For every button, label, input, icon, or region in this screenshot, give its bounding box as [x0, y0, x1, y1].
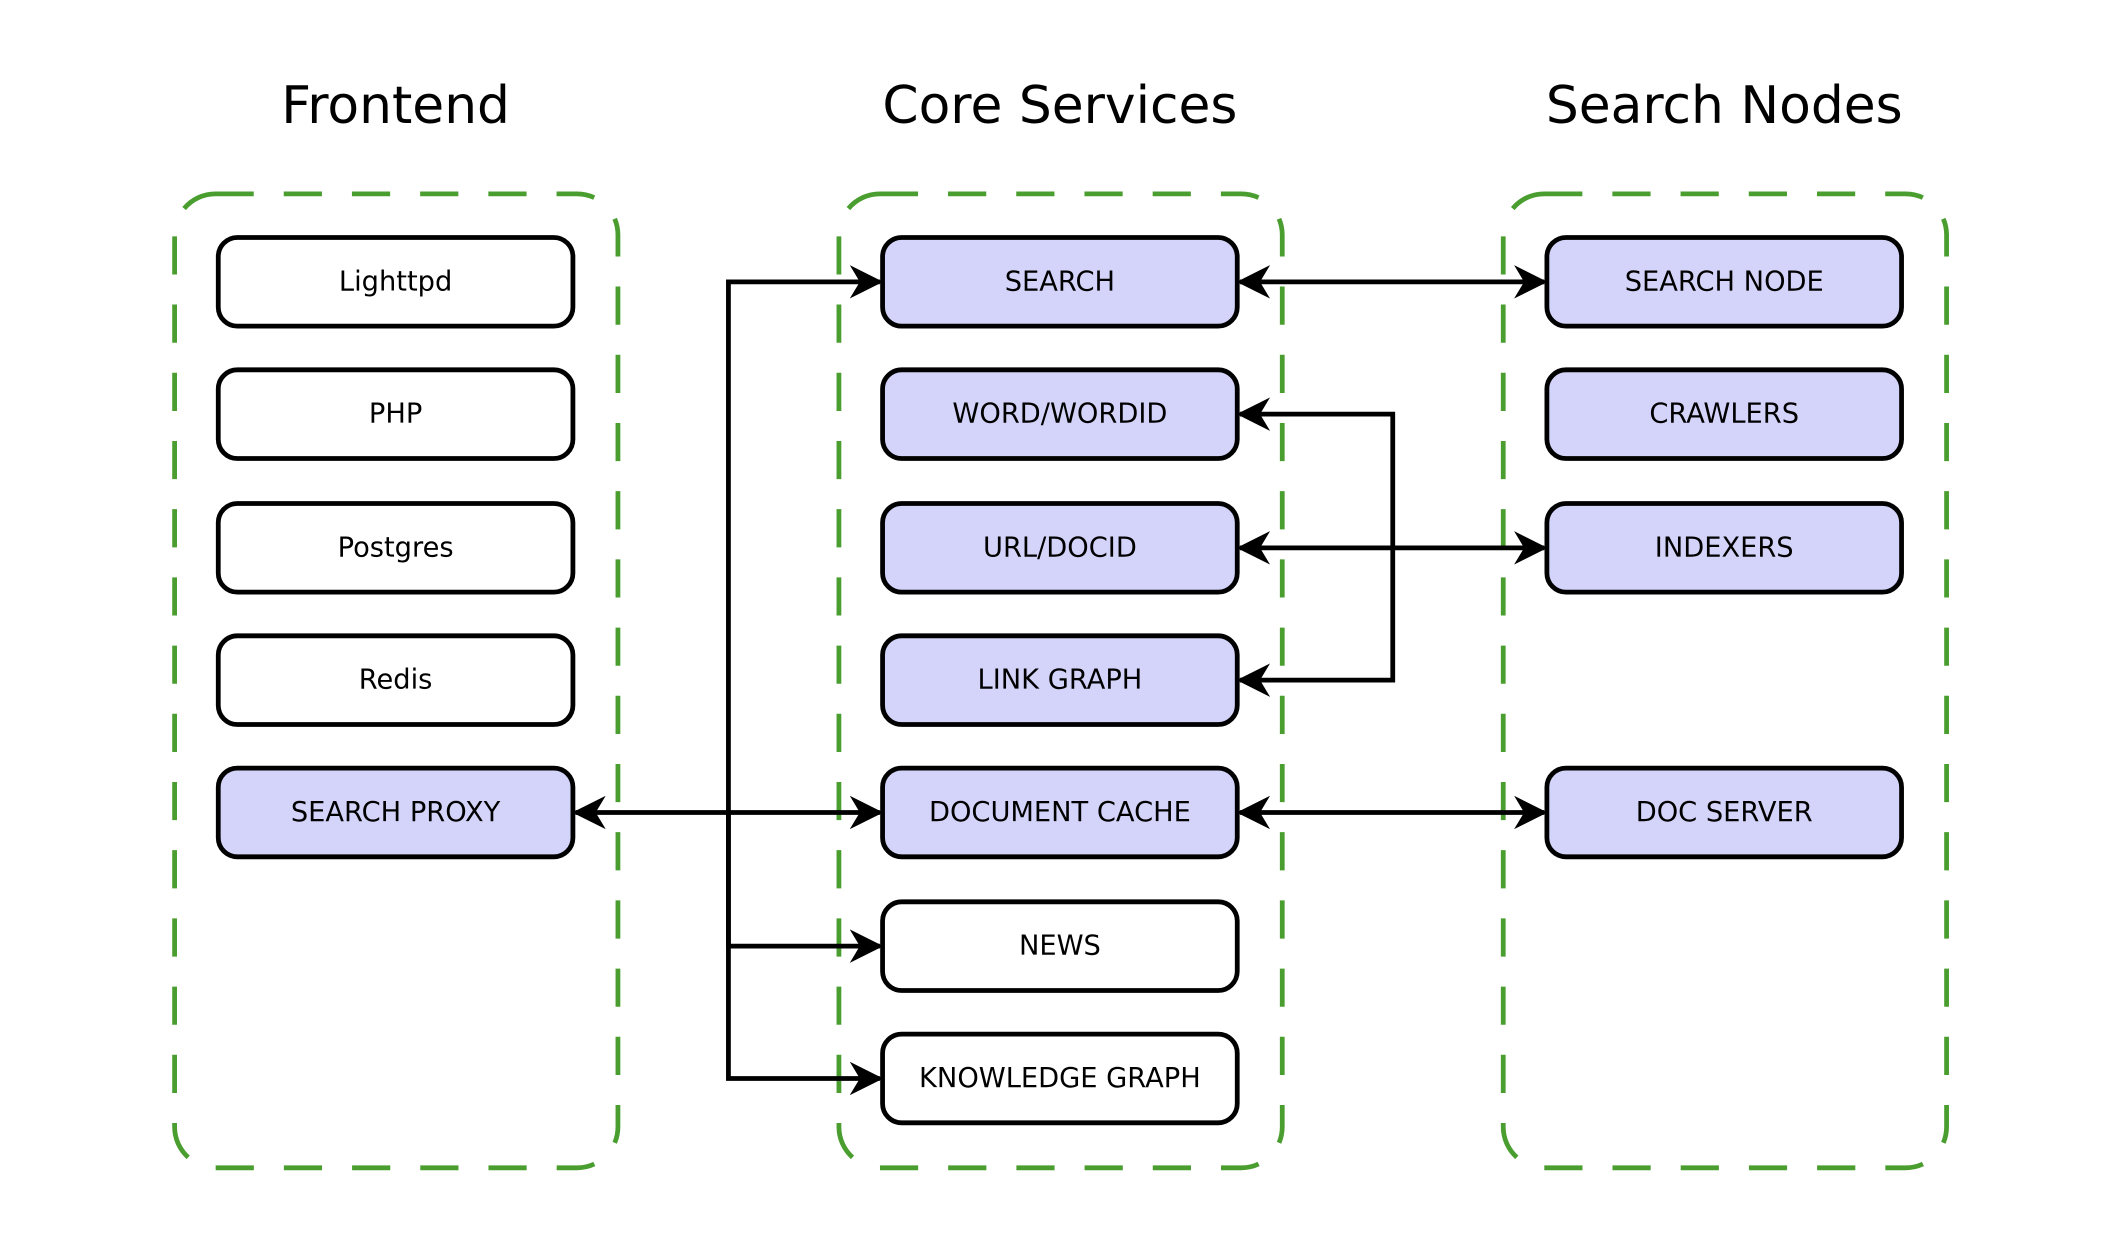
node-redis[interactable]: Redis	[215, 633, 576, 727]
node-label: CRAWLERS	[1649, 399, 1799, 430]
node-label: LINK GRAPH	[978, 665, 1143, 696]
node-word-wordid[interactable]: WORD/WORDID	[880, 367, 1240, 461]
architecture-diagram: Frontend Core Services Search Nodes Lightt…	[172, 76, 1949, 1171]
node-search-proxy[interactable]: SEARCH PROXY	[215, 765, 576, 860]
group-border	[1500, 191, 1949, 1171]
edge-search-proxy-to-search	[726, 265, 884, 813]
node-label: INDEXERS	[1655, 532, 1794, 563]
node-label: Lighttpd	[339, 266, 452, 297]
node-url-docid[interactable]: URL/DOCID	[880, 501, 1240, 595]
node-crawlers[interactable]: CRAWLERS	[1544, 367, 1904, 461]
node-label: Redis	[359, 665, 433, 696]
node-postgres[interactable]: Postgres	[215, 501, 576, 595]
group-title: Frontend	[281, 76, 510, 136]
node-label: SEARCH NODE	[1625, 266, 1824, 297]
node-label: NEWS	[1019, 931, 1101, 962]
node-label: WORD/WORDID	[952, 399, 1167, 430]
node-label: Postgres	[338, 532, 454, 563]
node-php[interactable]: PHP	[215, 367, 576, 461]
group-title: Core Services	[882, 76, 1237, 136]
node-label: DOC SERVER	[1636, 797, 1813, 828]
node-knowledge-graph[interactable]: KNOWLEDGE GRAPH	[880, 1031, 1240, 1126]
node-document-cache[interactable]: DOCUMENT CACHE	[880, 765, 1240, 860]
node-label: KNOWLEDGE GRAPH	[919, 1063, 1201, 1094]
edge-indexers-to-word-wordid	[1236, 397, 1396, 548]
node-search-node[interactable]: SEARCH NODE	[1544, 235, 1904, 329]
node-label: SEARCH	[1005, 266, 1115, 297]
node-label: URL/DOCID	[983, 532, 1137, 563]
group-title: Search Nodes	[1546, 76, 1903, 136]
node-search[interactable]: SEARCH	[880, 235, 1240, 329]
node-lighttpd[interactable]: Lighttpd	[215, 235, 576, 329]
edge-indexers-to-link-graph	[1236, 547, 1396, 697]
node-doc-server[interactable]: DOC SERVER	[1544, 765, 1904, 860]
node-link-graph[interactable]: LINK GRAPH	[880, 633, 1240, 727]
node-label: SEARCH PROXY	[291, 797, 501, 828]
node-news[interactable]: NEWS	[880, 899, 1240, 993]
node-indexers[interactable]: INDEXERS	[1544, 501, 1904, 595]
node-label: DOCUMENT CACHE	[929, 797, 1191, 828]
edge-search-proxy-to-news	[726, 812, 884, 963]
node-label: PHP	[369, 399, 422, 430]
